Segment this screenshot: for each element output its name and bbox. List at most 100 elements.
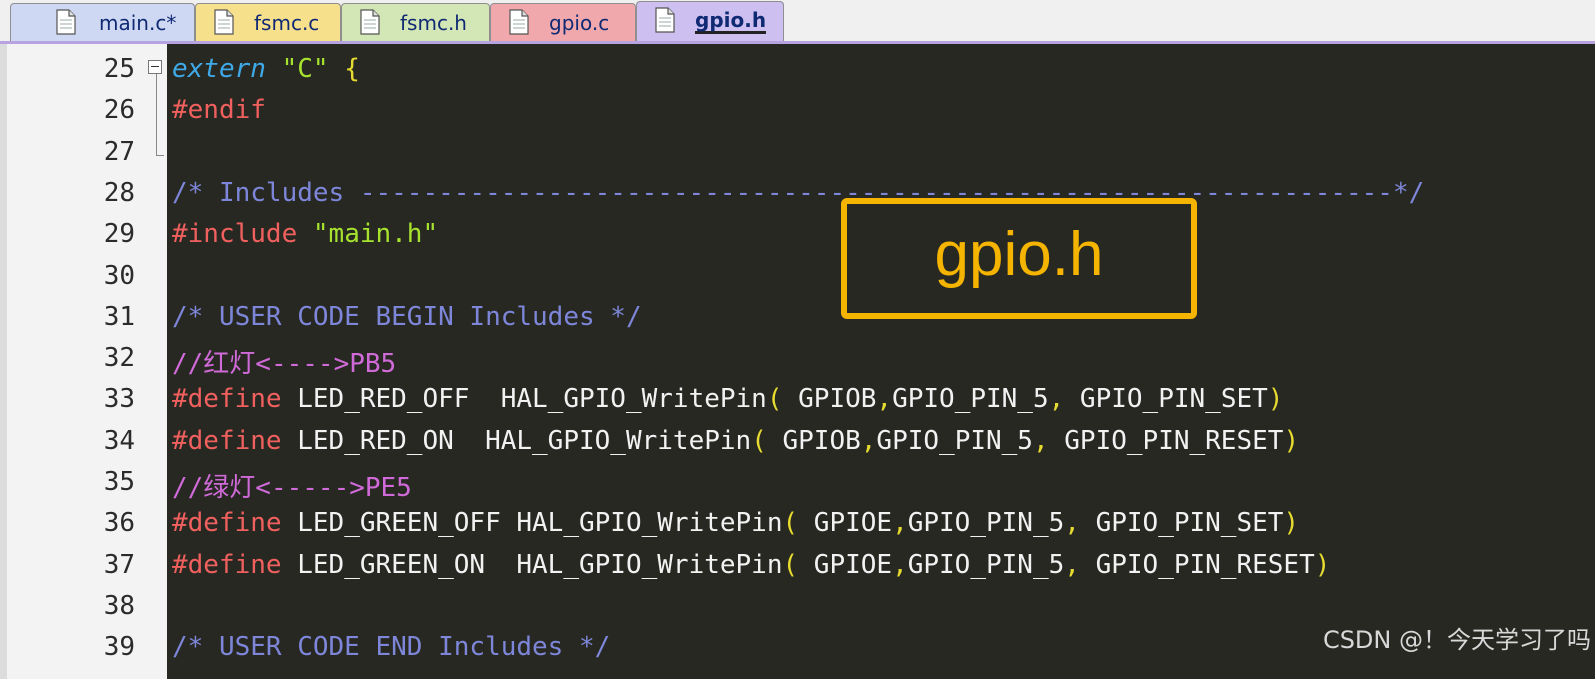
- tab-gpio-h[interactable]: gpio.h: [636, 1, 784, 42]
- code-token: /* Includes ----------------------------…: [172, 177, 1425, 208]
- code-token: #define: [172, 549, 282, 580]
- code-token: ,: [892, 549, 908, 580]
- line-number: 27: [103, 136, 135, 167]
- code-token: /* USER CODE END Includes */: [172, 632, 611, 663]
- code-token: LED_GREEN_OFF HAL_GPIO_WritePin: [281, 508, 783, 539]
- code-token: GPIO_PIN_5: [907, 549, 1065, 580]
- code-token: ,: [860, 425, 877, 456]
- code-token: extern: [172, 54, 266, 84]
- code-token: (: [782, 508, 799, 539]
- line-number: 28: [103, 177, 135, 208]
- code-token: GPIOE: [798, 508, 893, 539]
- code-token: LED_RED_ON HAL_GPIO_WritePin: [281, 425, 752, 456]
- file-document-icon: [56, 9, 76, 35]
- line-number: 34: [103, 425, 135, 456]
- code-line[interactable]: #endif: [172, 95, 266, 125]
- tab-label: fsmc.c: [254, 11, 320, 35]
- code-token: GPIOE: [798, 549, 893, 580]
- code-token: GPIO_PIN_5: [892, 384, 1049, 415]
- code-line[interactable]: //红灯<---->PB5: [172, 343, 396, 380]
- tab-label: main.c*: [99, 11, 177, 35]
- line-number: 36: [103, 508, 135, 539]
- code-token: GPIO_PIN_5: [876, 425, 1033, 456]
- code-token: {: [344, 54, 360, 84]
- code-token: GPIO_PIN_RESET: [1048, 425, 1284, 456]
- fold-minus-icon[interactable]: [148, 60, 162, 74]
- code-token: ): [1283, 425, 1300, 456]
- code-token: (: [766, 384, 783, 415]
- code-line[interactable]: #define LED_RED_OFF HAL_GPIO_WritePin( G…: [172, 384, 1283, 414]
- code-token: "main.h": [312, 219, 439, 250]
- tab-gpio-c[interactable]: gpio.c: [490, 3, 636, 41]
- code-token: "C": [281, 54, 329, 84]
- code-token: ,: [1064, 508, 1080, 539]
- editor-window: main.c* fsmc.c fsmc.h gpio.c gpio.h 25 26 27 28…: [0, 0, 1595, 679]
- file-document-icon: [360, 9, 380, 35]
- code-token: GPIO_PIN_RESET: [1079, 549, 1315, 580]
- fold-margin: [147, 44, 167, 679]
- code-token: ): [1314, 549, 1331, 580]
- line-number: 33: [103, 384, 135, 415]
- line-number: 39: [103, 632, 135, 663]
- code-line[interactable]: #define LED_GREEN_OFF HAL_GPIO_WritePin(…: [172, 508, 1299, 538]
- code-token: LED_GREEN_ON HAL_GPIO_WritePin: [281, 549, 783, 580]
- code-line[interactable]: /* USER CODE END Includes */: [172, 632, 610, 662]
- code-token: GPIO_PIN_SET: [1064, 384, 1268, 415]
- line-number: 26: [103, 95, 135, 126]
- code-token: ,: [1048, 384, 1065, 415]
- code-token: #define: [172, 384, 282, 415]
- code-token: ): [1267, 384, 1284, 415]
- code-line[interactable]: extern "C" {: [172, 54, 360, 84]
- code-line[interactable]: #define LED_GREEN_ON HAL_GPIO_WritePin( …: [172, 550, 1330, 580]
- code-token: #define: [172, 508, 282, 539]
- code-token: #include: [172, 219, 298, 250]
- line-number: 35: [103, 467, 135, 497]
- code-line[interactable]: #define LED_RED_ON HAL_GPIO_WritePin( GP…: [172, 426, 1299, 456]
- tab-label: gpio.c: [549, 11, 610, 35]
- code-token: (: [782, 549, 799, 580]
- code-token: #define: [172, 425, 282, 456]
- annotation-label: gpio.h: [934, 220, 1104, 289]
- watermark: CSDN @！今天学习了吗: [1322, 626, 1591, 654]
- code-line[interactable]: //绿灯<----->PE5: [172, 467, 412, 504]
- code-token: GPIOB: [766, 425, 861, 456]
- code-token: ,: [876, 384, 893, 415]
- line-number: 25: [103, 54, 135, 84]
- tab-main-c[interactable]: main.c*: [10, 3, 195, 41]
- tab-bar: main.c* fsmc.c fsmc.h gpio.c gpio.h: [0, 0, 1595, 44]
- file-document-icon: [655, 7, 675, 33]
- fold-guide-line: [156, 74, 157, 156]
- code-token: GPIO_PIN_5: [907, 508, 1065, 539]
- code-token: ,: [1032, 425, 1049, 456]
- code-token: ,: [892, 508, 908, 539]
- file-document-icon: [509, 9, 529, 35]
- tab-label: fsmc.h: [400, 11, 467, 35]
- code-token: ,: [1064, 549, 1080, 580]
- code-token: /* USER CODE BEGIN Includes */: [172, 301, 642, 332]
- tab-label: gpio.h: [695, 8, 767, 34]
- line-number: 37: [103, 549, 135, 580]
- code-line[interactable]: /* Includes ----------------------------…: [172, 178, 1424, 208]
- code-token: #endif: [172, 95, 266, 126]
- line-number: 38: [103, 590, 135, 621]
- line-number: 32: [103, 343, 135, 374]
- tab-fsmc-c[interactable]: fsmc.c: [195, 3, 341, 41]
- line-number: 30: [103, 260, 135, 291]
- tab-fsmc-h[interactable]: fsmc.h: [341, 3, 490, 41]
- code-line[interactable]: #include "main.h": [172, 219, 438, 249]
- code-token: (: [751, 425, 767, 456]
- code-token: //绿灯<----->PE5: [172, 473, 412, 503]
- code-token: GPIO_PIN_SET: [1079, 508, 1284, 539]
- code-token: //红灯<---->PB5: [172, 349, 397, 380]
- file-document-icon: [214, 9, 234, 35]
- code-token: LED_RED_OFF HAL_GPIO_WritePin: [281, 384, 767, 415]
- line-number: 31: [103, 301, 135, 332]
- code-line[interactable]: /* USER CODE BEGIN Includes */: [172, 302, 642, 332]
- line-number: 29: [103, 219, 135, 250]
- fold-end-marker: [156, 155, 164, 156]
- code-token: ): [1283, 508, 1300, 539]
- code-token: GPIOB: [782, 384, 877, 415]
